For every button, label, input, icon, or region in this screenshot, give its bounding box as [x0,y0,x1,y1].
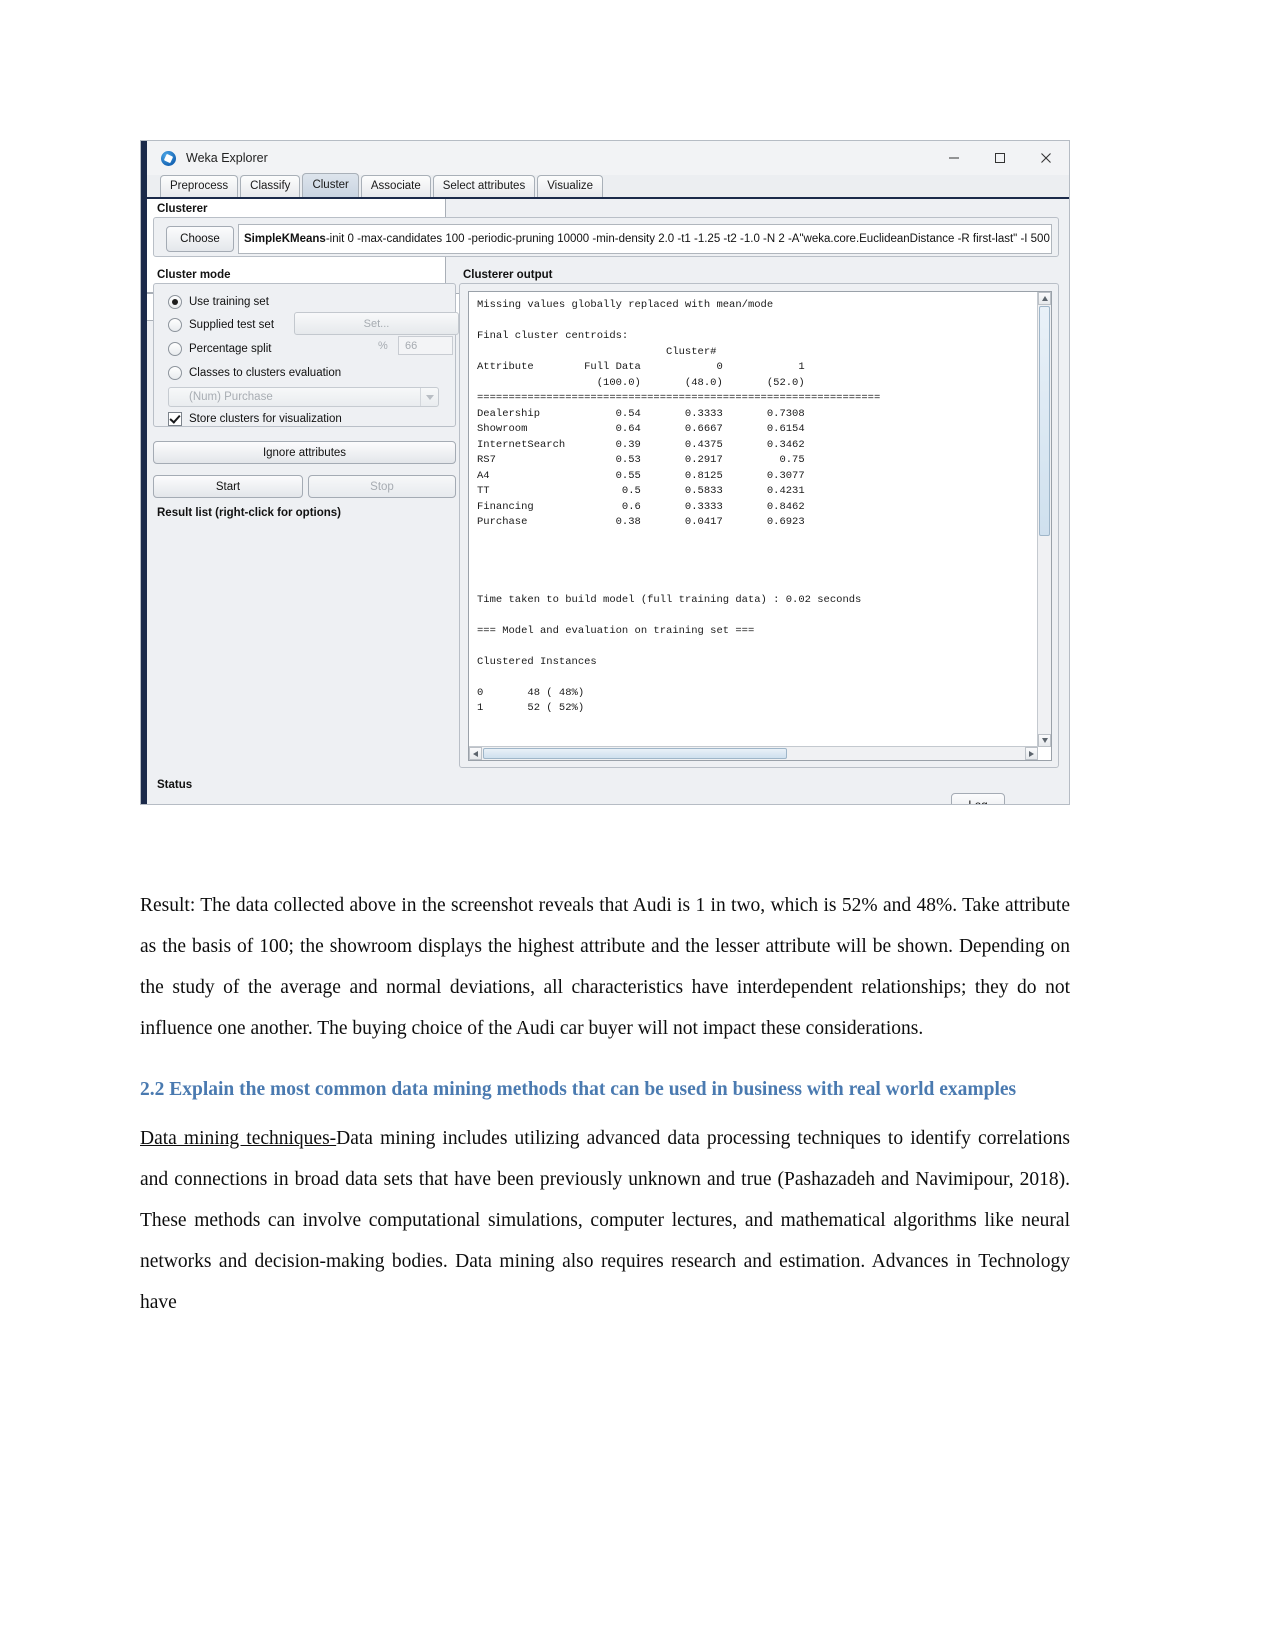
percentage-split-input[interactable]: 66 [398,336,453,355]
radio-label-use-training-set: Use training set [189,296,269,308]
radio-percentage-split[interactable]: Percentage split [168,339,271,359]
clusterer-output-panel: Missing values globally replaced with me… [459,283,1059,768]
vertical-scroll-thumb[interactable] [1039,306,1050,536]
radio-icon [168,318,182,332]
result-paragraph: Result: The data collected above in the … [140,895,1070,1039]
set-button[interactable]: Set... [294,312,459,335]
checkbox-store-clusters[interactable]: Store clusters for visualization [168,409,342,429]
window-controls [931,141,1069,175]
clusterer-output-textarea[interactable]: Missing values globally replaced with me… [468,291,1052,761]
clusterer-command-field[interactable]: SimpleKMeans -init 0 -max-candidates 100… [238,224,1052,254]
clusterer-panel: Choose SimpleKMeans -init 0 -max-candida… [153,217,1059,257]
close-icon[interactable] [1023,141,1069,175]
tab-select-attributes[interactable]: Select attributes [432,175,536,197]
ignore-attributes-button[interactable]: Ignore attributes [153,441,456,464]
radio-label-classes-to-clusters: Classes to clusters evaluation [189,367,342,379]
explorer-tabs: Preprocess Classify Cluster Associate Se… [147,173,1069,199]
result-list-label: Result list (right-click for options) [157,507,342,519]
weka-app-icon [161,150,176,166]
body-lead-underlined: Data mining techniques- [140,1128,337,1149]
tab-cluster[interactable]: Cluster [302,173,359,197]
scheme-options: -init 0 -max-candidates 100 -periodic-pr… [325,233,1052,245]
checkbox-label-store-clusters: Store clusters for visualization [189,413,342,425]
tab-classify[interactable]: Classify [240,175,301,197]
minimize-icon[interactable] [931,141,977,175]
log-button[interactable]: Log [951,793,1005,804]
scroll-right-icon[interactable] [1025,747,1038,760]
chevron-down-icon[interactable] [420,388,438,406]
section-heading: 2.2 Explain the most common data mining … [140,1079,1017,1100]
window-left-rail [141,141,147,804]
scroll-left-icon[interactable] [469,747,482,760]
radio-icon-selected [168,295,182,309]
radio-icon [168,342,182,356]
clusterer-output-text: Missing values globally replaced with me… [477,299,881,714]
tab-preprocess[interactable]: Preprocess [160,175,239,197]
horizontal-scrollbar[interactable] [469,746,1038,760]
clusterer-panel-label: Clusterer [157,203,208,215]
scroll-down-icon[interactable] [1038,734,1051,747]
radio-label-supplied-test-set: Supplied test set [189,319,275,331]
weka-explorer-window: Weka Explorer Preprocess Classify Cluste… [140,140,1070,805]
tab-associate[interactable]: Associate [360,175,431,197]
status-label: Status [157,779,193,791]
radio-icon [168,366,182,380]
clusterer-output-label: Clusterer output [463,269,553,281]
tab-visualize[interactable]: Visualize [537,175,604,197]
radio-classes-to-clusters[interactable]: Classes to clusters evaluation [168,363,341,383]
checkbox-icon-checked [168,412,182,426]
body-paragraph-text: Data mining includes utilizing advanced … [140,1128,1070,1313]
percent-sign-label: % [378,340,388,352]
horizontal-scroll-thumb[interactable] [483,748,787,759]
class-attribute-combo[interactable]: (Num) Purchase [168,387,439,407]
maximize-icon[interactable] [977,141,1023,175]
stop-button: Stop [308,475,456,498]
scroll-up-icon[interactable] [1038,292,1051,305]
scheme-name: SimpleKMeans [244,233,326,245]
radio-use-training-set[interactable]: Use training set [168,292,269,312]
window-titlebar: Weka Explorer [147,141,1069,175]
cluster-mode-label: Cluster mode [157,269,231,281]
body-paragraph: Data mining techniques-Data mining inclu… [140,1118,1070,1323]
vertical-scrollbar[interactable] [1037,292,1051,747]
start-button[interactable]: Start [153,475,303,498]
choose-button[interactable]: Choose [166,226,234,252]
window-title: Weka Explorer [186,151,268,165]
radio-label-percentage-split: Percentage split [189,343,272,355]
document-body: Result: The data collected above in the … [140,885,1070,1337]
cluster-mode-panel: Use training set Supplied test set Set..… [153,283,459,429]
radio-supplied-test-set[interactable]: Supplied test set [168,315,274,335]
class-attribute-value: (Num) Purchase [189,391,273,403]
